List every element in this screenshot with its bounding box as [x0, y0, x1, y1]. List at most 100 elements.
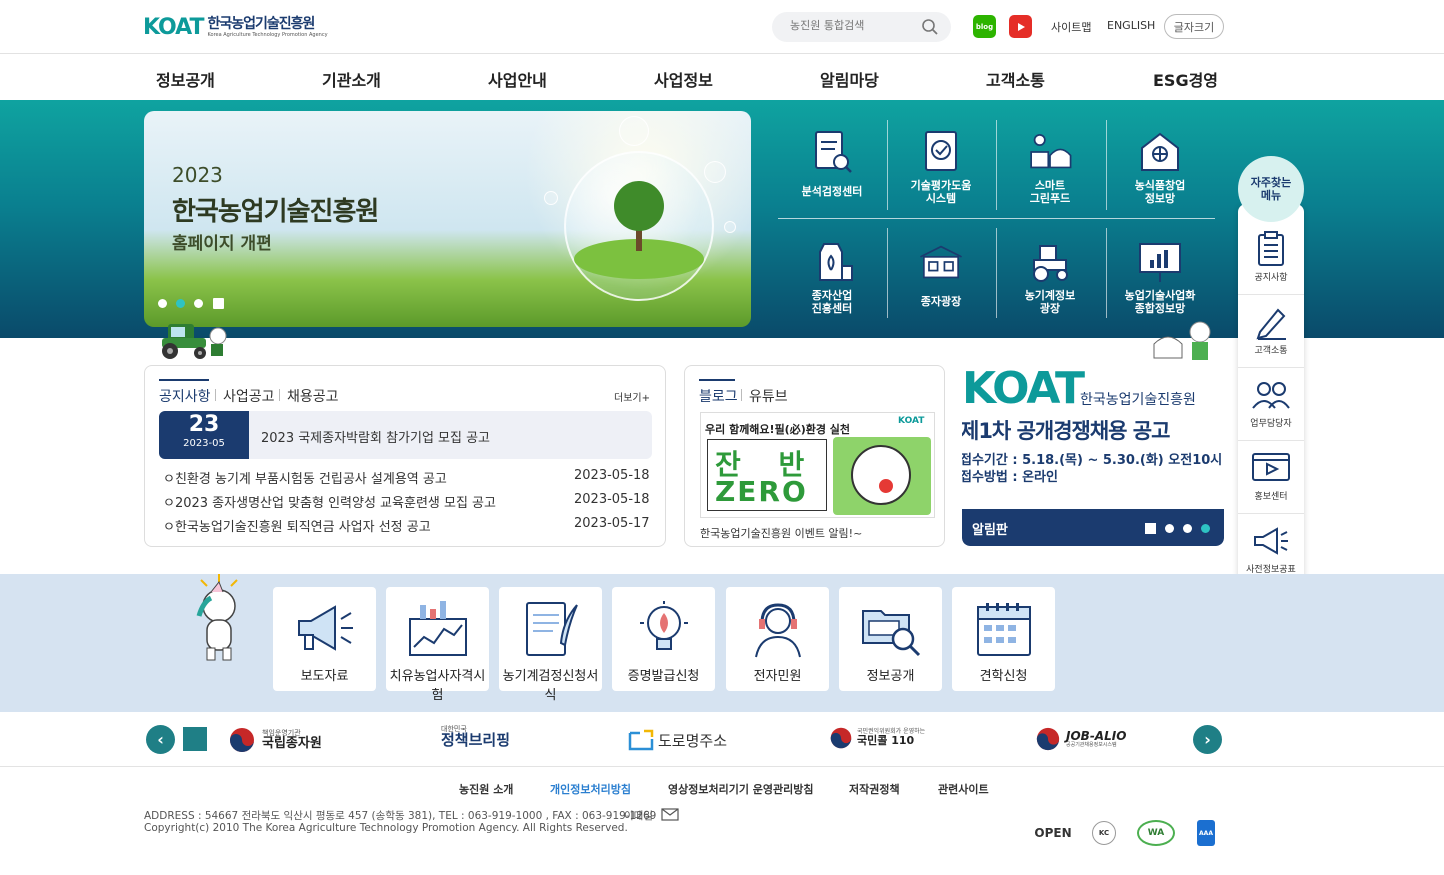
service-info-disclosure[interactable]: 정보공개	[839, 587, 942, 691]
search-box	[772, 12, 951, 42]
board-pause-button[interactable]	[1145, 523, 1156, 534]
partner-national-call-110[interactable]: 국민권익위원회가 운영하는 국민콜 110	[829, 726, 925, 750]
partner-job-alio[interactable]: JOB-ALIO 공공기관채용정보시스템	[1035, 726, 1126, 752]
featured-notice-title[interactable]: 2023 국제종자박람회 참가기업 모집 공고	[261, 427, 490, 446]
search-icon[interactable]	[921, 18, 939, 40]
nav-notices[interactable]: 알림마당	[820, 67, 879, 91]
chart-growth-icon	[406, 597, 470, 661]
board-dot-3[interactable]	[1201, 524, 1210, 533]
recruit-title: 제1차 공개경쟁채용 공고	[962, 419, 1170, 443]
quick-agrifood-startup[interactable]: 농식품창업 정보망	[1106, 128, 1214, 205]
banner-dot-3[interactable]	[194, 299, 203, 308]
clipboard-icon	[1251, 230, 1291, 268]
nav-about[interactable]: 기관소개	[322, 67, 381, 91]
quick-seed-industry-center[interactable]: 종자산업 진흥센터	[778, 238, 886, 315]
service-e-petition[interactable]: 전자민원	[726, 587, 829, 691]
side-item-customer[interactable]: 고객소통	[1238, 295, 1304, 368]
notice-date: 2023-05-18	[574, 492, 650, 507]
blog-image-brand: KOAT	[898, 416, 925, 426]
megaphone-icon	[1251, 522, 1291, 560]
side-item-pr-center[interactable]: 홍보센터	[1238, 441, 1304, 514]
youtube-icon[interactable]	[1009, 15, 1032, 38]
security-aaa-badge[interactable]: AAA	[1197, 820, 1215, 846]
notice-date: 2023-05-17	[574, 516, 650, 531]
kc-certification-badge[interactable]: KC	[1092, 821, 1116, 845]
footer-email-label[interactable]: 이메일	[624, 808, 653, 823]
banner-pause-button[interactable]	[213, 298, 224, 309]
quick-label: 농업기술사업화 종합정보망	[1124, 289, 1196, 315]
partner-road-address[interactable]: 도로명주소	[628, 729, 727, 751]
mail-icon[interactable]	[661, 806, 679, 825]
logo-korean-name: 한국농업기술진흥원	[207, 15, 316, 32]
nav-business[interactable]: 사업안내	[488, 67, 547, 91]
partner-seed-agency[interactable]: 책임운영기관 국립종자원	[228, 726, 322, 754]
search-input[interactable]	[790, 19, 920, 32]
partner-prev-button[interactable]: ‹	[146, 725, 175, 754]
logo-english-name: Korea Agriculture Technology Promotion A…	[207, 31, 328, 38]
blog-image-headline: 우리 함께해요!필(必)환경 실천	[705, 423, 851, 436]
quick-label: 종자광장	[920, 295, 962, 308]
service-press-release[interactable]: 보도자료	[273, 587, 376, 691]
tab-business-announcement[interactable]: 사업공고	[223, 386, 275, 406]
list-item[interactable]: ㅇ2023 종자생명산업 맞춤형 인력양성 교육훈련생 모집 공고	[163, 492, 496, 511]
blog-thumbnail[interactable]: 우리 함께해요!필(必)환경 실천 KOAT 잔 반 ZERO	[700, 412, 935, 518]
nav-info-disclosure[interactable]: 정보공개	[156, 67, 215, 91]
banner-title: 한국농업기술진흥원	[172, 197, 379, 227]
banner-dot-1[interactable]	[158, 299, 167, 308]
service-machinery-test-forms[interactable]: 농기계검정신청서식	[499, 587, 602, 703]
footer-link-copyright[interactable]: 저작권정책	[849, 781, 900, 797]
partner-next-button[interactable]: ›	[1193, 725, 1222, 754]
footer-link-cctv-policy[interactable]: 영상정보처리기기 운영관리방침	[668, 781, 814, 797]
tab-youtube[interactable]: 유튜브	[749, 386, 788, 406]
footer-link-related-sites[interactable]: 관련사이트	[938, 781, 989, 797]
service-label: 증명발급신청	[627, 669, 700, 684]
nav-customer[interactable]: 고객소통	[986, 67, 1045, 91]
board-dot-2[interactable]	[1183, 524, 1192, 533]
partner-pause-button[interactable]	[183, 727, 207, 751]
quick-seed-plaza[interactable]: 종자광장	[887, 238, 995, 309]
unicorn-mascot-image	[851, 445, 911, 505]
footer-link-about[interactable]: 농진원 소개	[459, 781, 513, 797]
nav-business-info[interactable]: 사업정보	[654, 67, 713, 91]
quick-label: 분석검정센터	[801, 185, 863, 198]
side-item-notice[interactable]: 공지사항	[1238, 222, 1304, 295]
quick-label: 종자산업 진흥센터	[811, 289, 853, 315]
service-healing-agriculture-exam[interactable]: 치유농업사자격시험	[386, 587, 489, 703]
road-address-icon	[628, 729, 654, 751]
font-size-button[interactable]: 글자크기	[1164, 14, 1224, 39]
service-certificate-issuance[interactable]: 증명발급신청	[612, 587, 715, 691]
quick-farm-machinery-plaza[interactable]: 농기계정보 광장	[996, 238, 1104, 315]
tab-notice[interactable]: 공지사항	[159, 386, 211, 406]
notice-board-slider[interactable]: KOAT 한국농업기술진흥원 제1차 공개경쟁채용 공고 접수기간 : 5.18…	[962, 365, 1224, 546]
service-tour-application[interactable]: 견학신청	[952, 587, 1055, 691]
english-link[interactable]: ENGLISH	[1107, 19, 1155, 32]
partner-policy-briefing[interactable]: 대한민국 정책브리핑	[441, 725, 510, 749]
board-dot-1[interactable]	[1165, 524, 1174, 533]
blog-icon[interactable]: blog	[973, 15, 996, 38]
quick-agri-tech-commercialization[interactable]: 농업기술사업화 종합정보망	[1106, 238, 1214, 315]
site-logo[interactable]: KOAT 한국농업기술진흥원 Korea Agriculture Technol…	[143, 14, 328, 40]
side-item-staff[interactable]: 업무담당자	[1238, 368, 1304, 441]
quick-smart-greenfood[interactable]: 스마트 그린푸드	[996, 128, 1104, 205]
service-label: 견학신청	[979, 669, 1028, 684]
list-item[interactable]: ㅇ친환경 농기계 부품시험동 건립공사 설계용역 공고	[163, 468, 447, 487]
startup-building-icon	[1136, 128, 1184, 176]
notice-more-link[interactable]: 더보기+	[614, 389, 650, 404]
unicorn-mascot-image	[183, 572, 255, 664]
sitemap-link[interactable]: 사이트맵	[1051, 19, 1091, 35]
tab-blog[interactable]: 블로그	[699, 386, 738, 406]
nav-esg[interactable]: ESG경영	[1153, 67, 1218, 91]
tab-recruitment[interactable]: 채용공고	[287, 386, 339, 406]
footer-link-privacy[interactable]: 개인정보처리방침	[550, 781, 631, 797]
web-accessibility-badge[interactable]: WA	[1137, 820, 1175, 846]
service-label: 치유농업사자격시험	[389, 669, 486, 703]
list-item[interactable]: ㅇ한국농업기술진흥원 퇴직연금 사업자 선정 공고	[163, 516, 431, 535]
quick-tech-evaluation[interactable]: 기술평가도움 시스템	[887, 128, 995, 205]
blog-caption[interactable]: 한국농업기술진흥원 이벤트 알림!~	[700, 525, 862, 541]
quick-analysis-center[interactable]: 분석검정센터	[778, 128, 886, 199]
open-license-badge[interactable]: OPEN	[1033, 818, 1073, 848]
banner-dot-2[interactable]	[176, 299, 185, 308]
presentation-chart-icon	[1136, 238, 1184, 286]
seed-market-icon	[917, 238, 965, 286]
main-navigation: 정보공개 기관소개 사업안내 사업정보 알림마당 고객소통 ESG경영	[0, 55, 1444, 100]
